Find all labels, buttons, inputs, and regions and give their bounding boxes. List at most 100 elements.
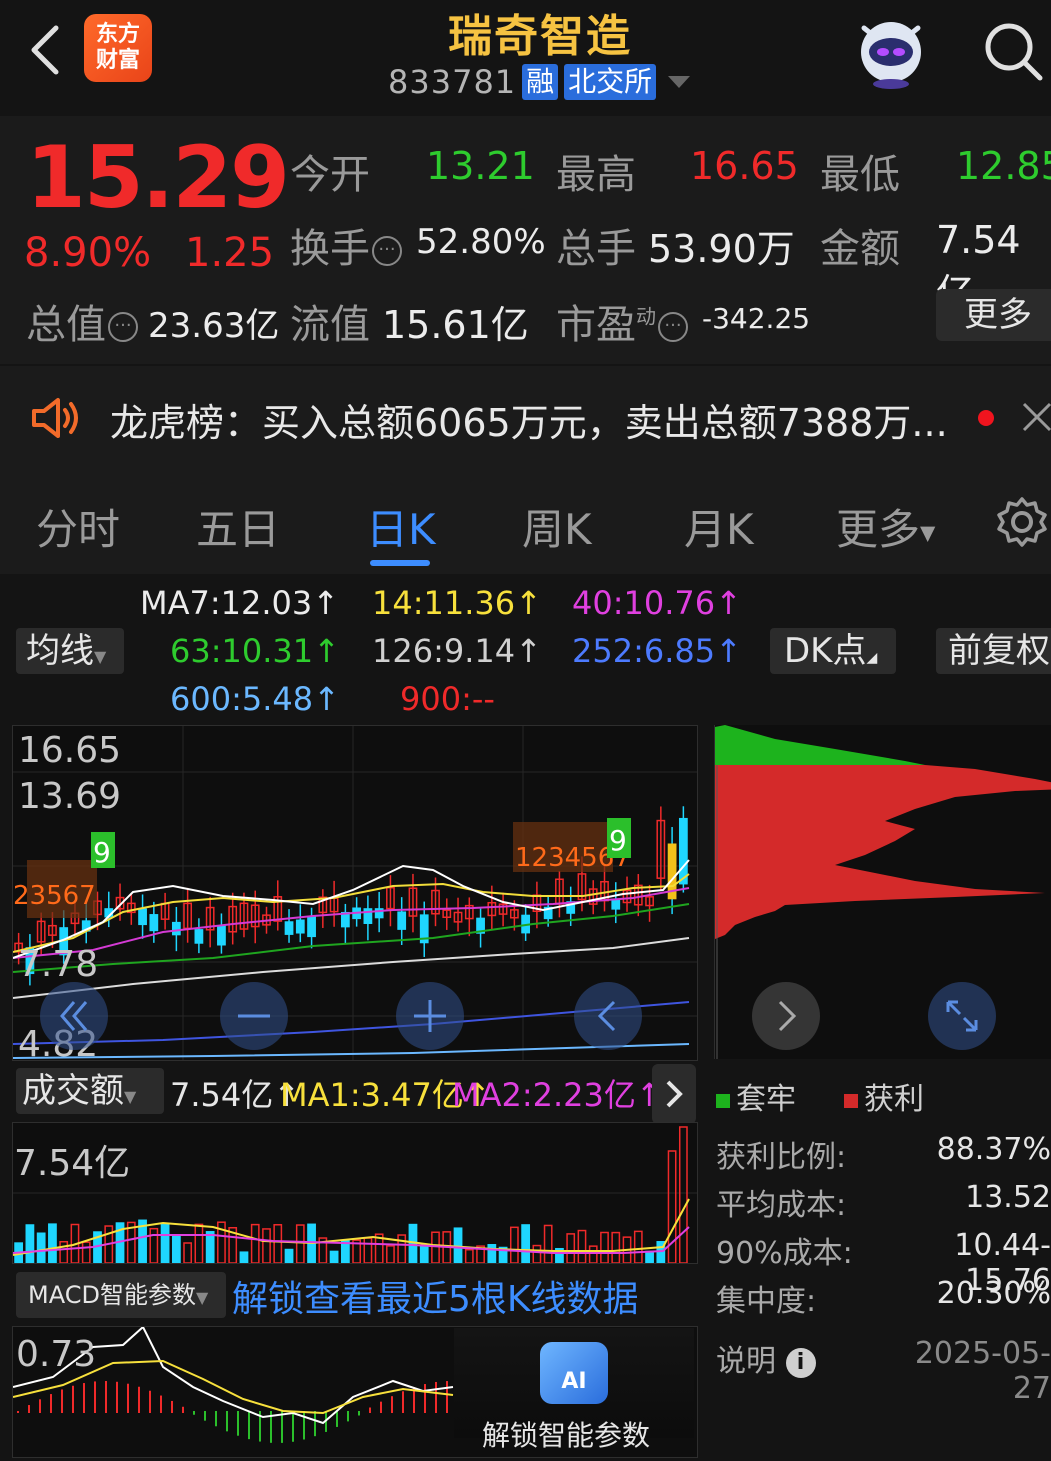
volume-bar [633, 1230, 643, 1264]
ma63-value: 63:10.31↑ [170, 632, 340, 670]
ai-unlock-text: 解锁智能参数 [482, 1419, 651, 1452]
macd-bar [215, 1411, 217, 1427]
ma40-line [12, 887, 690, 959]
tab-monthly-k[interactable]: 月K [684, 496, 754, 557]
chip-legend-profit: 获利 [844, 1074, 924, 1118]
tab-more[interactable]: 更多▼ [836, 496, 935, 557]
profit-ratio-value: 88.37% [936, 1132, 1051, 1167]
turnover-label: 换手 ··· [290, 216, 402, 274]
ma14-value: 14:11.36↑ [372, 584, 542, 622]
volume-bar [194, 1223, 204, 1264]
volume-bar [25, 1224, 35, 1264]
volume-bar [386, 1245, 395, 1264]
low-value: 12.85 [956, 144, 1051, 188]
change-amount: 1.25 [185, 230, 275, 276]
ma-selector-label: 均线 [26, 631, 94, 671]
chevron-right-icon [778, 1000, 797, 1032]
notice-text[interactable]: 龙虎榜：买入总额6065万元，卖出总额7388万... [110, 392, 948, 447]
ai-icon: AI [540, 1342, 608, 1404]
volume-selector[interactable]: 成交额▼ [16, 1068, 164, 1114]
close-icon[interactable] [1020, 400, 1051, 434]
macd-bar [94, 1381, 96, 1413]
step-left-button[interactable] [574, 982, 642, 1050]
volume-bar [588, 1245, 598, 1264]
active-tab-indicator [370, 560, 430, 566]
candle [217, 925, 226, 946]
volume-bar [329, 1250, 339, 1264]
search-icon[interactable] [982, 20, 1044, 82]
expand-button[interactable] [928, 982, 996, 1050]
dk-point-button[interactable]: DK点◢ [770, 628, 896, 674]
info-dots-icon[interactable]: ··· [372, 236, 402, 266]
last-price: 15.29 [26, 128, 290, 228]
chip-legend-trapped: 套牢 [716, 1074, 796, 1118]
macd-bar [105, 1381, 107, 1413]
caret-down-icon: ▼ [920, 520, 936, 545]
gear-icon[interactable] [996, 496, 1048, 548]
ma600-value: 600:5.48↑ [170, 680, 340, 718]
macd-bars-group [17, 1381, 448, 1443]
tab-intraday[interactable]: 分时 [36, 496, 120, 557]
profit-ratio-label: 获利比例: [716, 1140, 847, 1175]
volume-value: 53.90万 [648, 227, 795, 271]
candle [149, 914, 159, 932]
avg-cost-value: 13.52 [965, 1180, 1051, 1215]
tab-five-day[interactable]: 五日 [196, 496, 280, 557]
volume-bar [183, 1242, 193, 1264]
macd-bar [171, 1400, 173, 1413]
volume-bar [464, 1248, 474, 1264]
info-dots-icon[interactable]: ··· [108, 312, 138, 342]
caret-down-icon: ▼ [124, 1087, 137, 1106]
ma-selector[interactable]: 均线▼ [16, 628, 124, 674]
volume-bar [577, 1229, 587, 1264]
adjust-button[interactable]: 前复权 [936, 628, 1051, 674]
more-quote-button[interactable]: 更多 [936, 289, 1051, 341]
float-label: 流值 [290, 302, 370, 348]
macd-bar [83, 1383, 85, 1413]
margin-tag: 融 [522, 64, 559, 100]
macd-bar [358, 1411, 360, 1416]
ma252-value: 252:6.85↑ [572, 632, 742, 670]
macd-bar [347, 1411, 349, 1422]
kline-axis-2: 13.69 [18, 776, 122, 817]
volume-bar [59, 1240, 69, 1264]
caret-down-icon: ▼ [94, 647, 107, 666]
indicator-next-button[interactable] [652, 1064, 696, 1124]
zoom-out-button[interactable] [220, 982, 288, 1050]
macd-bar [61, 1389, 63, 1413]
robot-assistant-icon[interactable] [850, 8, 932, 90]
scroll-left-button[interactable] [40, 982, 108, 1050]
chip-next-button[interactable] [752, 982, 820, 1050]
volume-bar [363, 1237, 373, 1264]
tab-daily-k[interactable]: 日K [366, 496, 436, 557]
macd-selector[interactable]: MACD智能参数▼ [16, 1272, 226, 1318]
volume-bar [543, 1224, 553, 1264]
stock-code: 833781 [388, 63, 517, 101]
stock-code-row[interactable]: 833781 融 北交所 [388, 62, 691, 102]
kline-axis-3: 7.78 [18, 944, 99, 985]
macd-bar [127, 1383, 129, 1413]
avg-cost-label: 平均成本: [716, 1188, 847, 1223]
volume-bar [611, 1231, 621, 1264]
volume-axis: 7.54亿 [14, 1143, 131, 1184]
volume-bar [645, 1250, 654, 1264]
macd-bar [391, 1396, 393, 1413]
volume-bar [566, 1233, 576, 1264]
ai-unlock-panel[interactable]: AI 解锁智能参数 [454, 1328, 694, 1452]
volume-selector-label: 成交额 [22, 1071, 124, 1111]
macd-bar [138, 1386, 140, 1413]
ma900-value: 900:-- [400, 680, 495, 718]
macd-bar [28, 1405, 30, 1413]
volume-ma1-line [12, 1198, 690, 1256]
speaker-icon [32, 398, 78, 438]
macd-bar [292, 1411, 294, 1442]
volume-bar [532, 1244, 542, 1264]
macd-unlock-link[interactable]: 解锁查看最近5根K线数据 [232, 1270, 639, 1322]
tab-weekly-k[interactable]: 周K [522, 496, 592, 557]
macd-bar [50, 1394, 52, 1413]
volume-bar [431, 1231, 440, 1264]
info-dots-icon[interactable]: ··· [658, 312, 688, 342]
legend-green-square [716, 1093, 730, 1108]
chip-note[interactable]: 说明 i [716, 1336, 816, 1380]
zoom-in-button[interactable] [396, 982, 464, 1050]
